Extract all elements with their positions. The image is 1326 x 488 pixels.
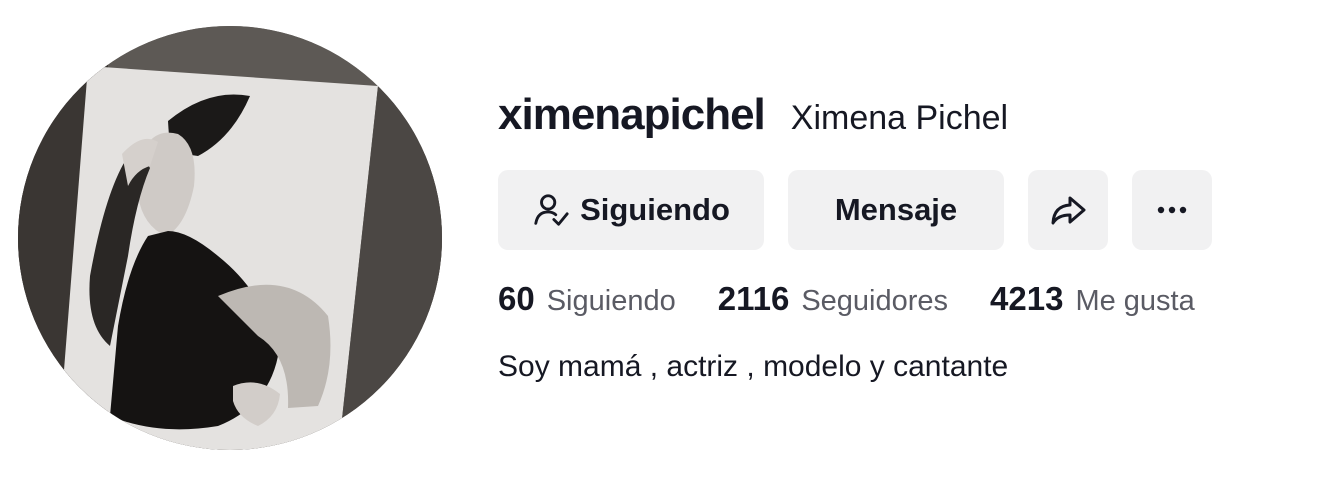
username: ximenapichel xyxy=(498,90,766,139)
followers-label: Seguidores xyxy=(801,285,949,317)
user-check-icon xyxy=(534,194,569,226)
profile-info: ximenapichel Ximena Pichel Siguiendo Men… xyxy=(498,90,1298,384)
share-arrow-icon xyxy=(1051,196,1086,225)
more-options-button[interactable] xyxy=(1132,170,1212,250)
following-button-label: Siguiendo xyxy=(580,192,730,227)
nickname: Ximena Pichel xyxy=(790,99,1009,137)
following-label: Siguiendo xyxy=(546,285,676,317)
profile-bio: Soy mamá , actriz , modelo y cantante xyxy=(498,350,1009,383)
following-stat[interactable]: 60 Siguiendo xyxy=(498,280,676,318)
message-button-label: Mensaje xyxy=(834,192,958,227)
likes-count: 4213 xyxy=(990,280,1064,317)
likes-label: Me gusta xyxy=(1075,285,1195,317)
avatar-photo xyxy=(18,26,442,450)
followers-count: 2116 xyxy=(717,280,790,317)
title-row: ximenapichel Ximena Pichel xyxy=(498,90,1298,148)
ellipsis-icon xyxy=(1157,206,1187,214)
profile-stats: 60 Siguiendo 2116 Seguidores 4213 Me gus… xyxy=(498,280,1298,320)
share-button[interactable] xyxy=(1028,170,1108,250)
likes-stat: 4213 Me gusta xyxy=(990,280,1195,318)
message-button[interactable]: Mensaje xyxy=(788,170,1004,250)
following-button[interactable]: Siguiendo xyxy=(498,170,764,250)
action-buttons: Siguiendo Mensaje xyxy=(498,170,1298,250)
following-count: 60 xyxy=(498,280,535,317)
avatar[interactable] xyxy=(18,26,442,450)
followers-stat[interactable]: 2116 Seguidores xyxy=(718,280,948,318)
